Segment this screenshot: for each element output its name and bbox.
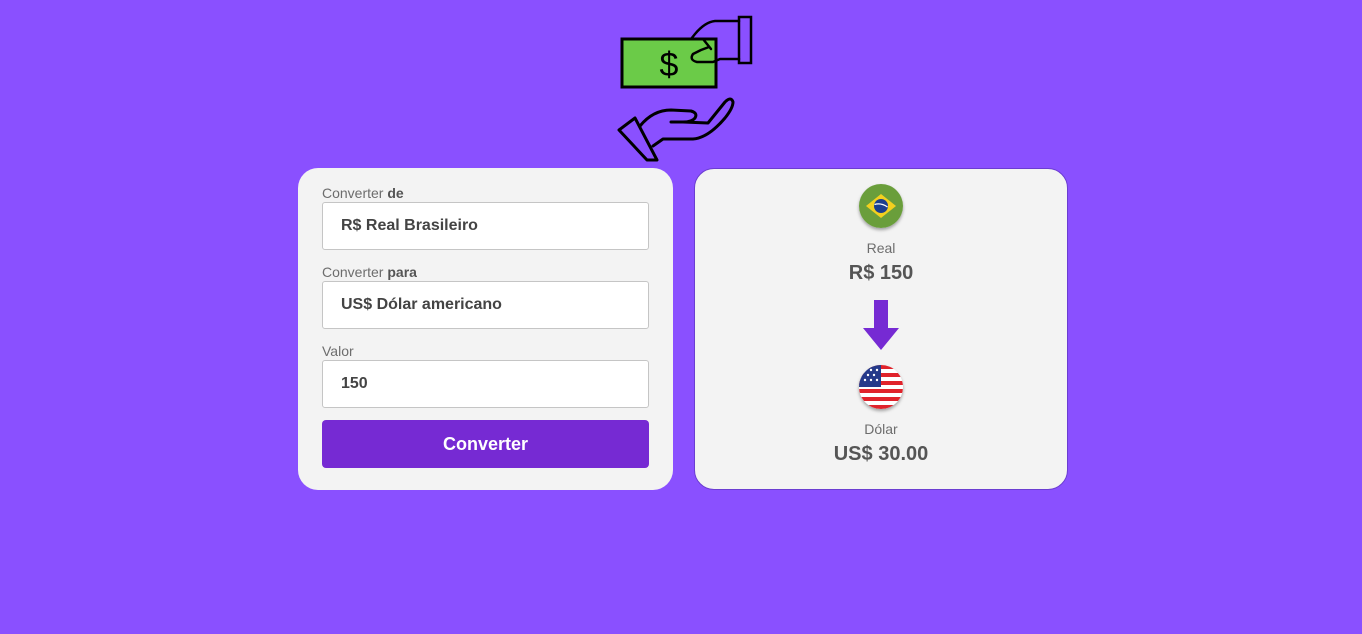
amount-input[interactable]: 150	[322, 360, 649, 408]
from-currency-name: Real	[866, 240, 896, 256]
to-currency-amount: US$ 30.00	[833, 443, 929, 465]
amount-value: 150	[341, 375, 368, 392]
amount-label: Valor	[322, 343, 354, 359]
to-currency-select[interactable]: US$ Dólar americano	[322, 281, 649, 329]
to-currency-label: Converter para	[322, 264, 417, 280]
converter-form-card: Converter de R$ Real Brasileiro Converte…	[298, 168, 673, 490]
usa-flag-icon	[859, 365, 903, 409]
from-currency-label: Converter de	[322, 185, 404, 201]
from-currency-select[interactable]: R$ Real Brasileiro	[322, 202, 649, 250]
conversion-result-card: Real R$ 150 Dólar US$ 30.00	[694, 168, 1068, 490]
from-currency-amount: R$ 150	[848, 262, 914, 284]
convert-button[interactable]: Converter	[322, 420, 649, 468]
svg-text:$: $	[660, 46, 679, 84]
to-currency-value: US$ Dólar americano	[341, 296, 502, 313]
to-currency-name: Dólar	[864, 421, 898, 437]
arrow-down-icon	[863, 300, 899, 350]
hand-giving-money-icon: $	[617, 15, 753, 162]
from-currency-value: R$ Real Brasileiro	[341, 217, 478, 234]
brazil-flag-icon	[859, 184, 903, 228]
